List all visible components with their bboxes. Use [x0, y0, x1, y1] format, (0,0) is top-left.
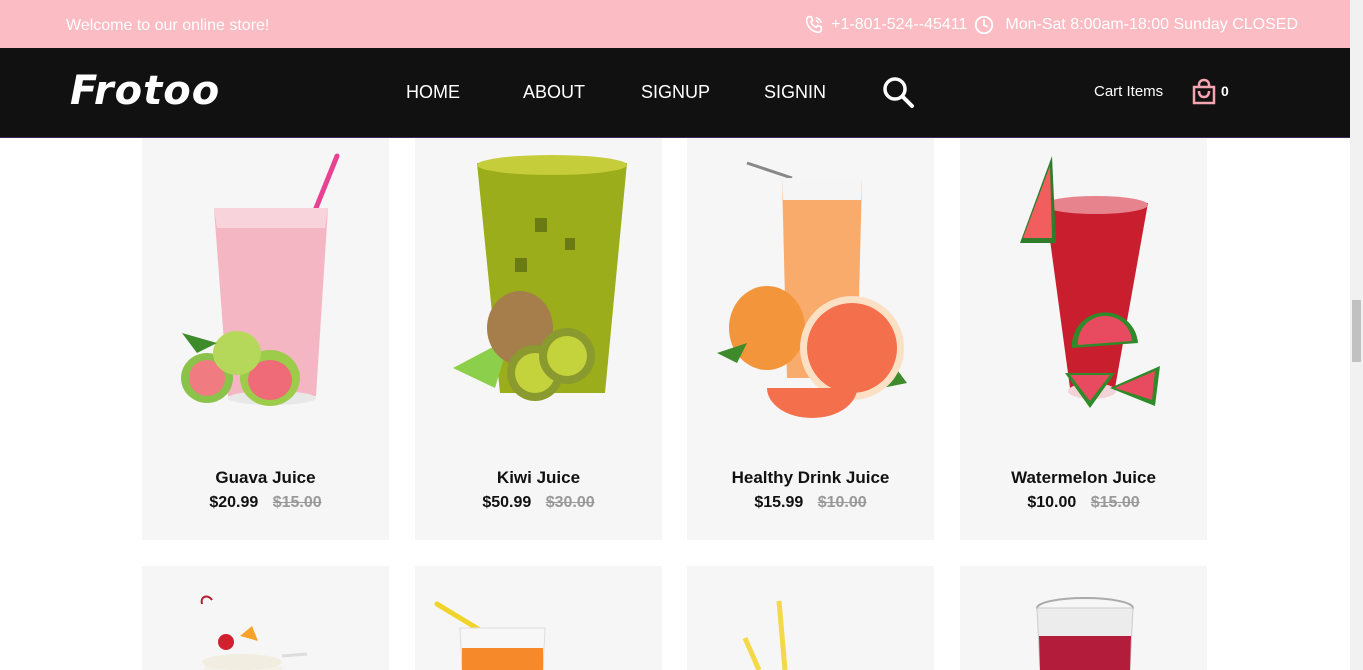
nav-signup-link[interactable]: SIGNUP	[641, 82, 710, 103]
grape-juice-image	[1036, 597, 1134, 670]
kiwi-juice-image	[453, 155, 627, 401]
clock-icon	[973, 14, 995, 36]
product-card[interactable]: Healthy Drink Juice $15.99 $10.00	[687, 138, 934, 540]
product-old-price: $15.00	[1090, 494, 1140, 511]
top-info-bar: Welcome to our online store! +1-801-524-…	[0, 0, 1350, 48]
scrollbar-thumb[interactable]	[1352, 300, 1361, 362]
product-name[interactable]: Kiwi Juice	[415, 468, 662, 488]
product-card[interactable]	[415, 566, 662, 670]
product-prices: $50.99 $30.00	[415, 494, 662, 512]
cart-label[interactable]: Cart Items	[1094, 83, 1163, 100]
guava-juice-image	[181, 153, 340, 406]
lemon-juice-image	[742, 600, 788, 670]
main-navbar: Frotoo HOME ABOUT SIGNUP SIGNIN Cart Ite…	[0, 48, 1350, 138]
product-card[interactable]: Guava Juice $20.99 $15.00	[142, 138, 389, 540]
orange-juice-image	[434, 601, 546, 670]
product-name[interactable]: Healthy Drink Juice	[687, 468, 934, 488]
welcome-text: Welcome to our online store!	[66, 17, 270, 34]
product-price: $20.99	[209, 494, 259, 511]
product-prices: $15.99 $10.00	[687, 494, 934, 512]
product-old-price: $30.00	[545, 494, 595, 511]
dessert-juice-image	[200, 595, 308, 670]
product-old-price: $10.00	[817, 494, 867, 511]
phone-icon	[803, 14, 825, 36]
product-old-price: $15.00	[272, 494, 322, 511]
phone-number: +1-801-524--45411	[831, 16, 968, 33]
product-card[interactable]: Watermelon Juice $10.00 $15.00	[960, 138, 1207, 540]
product-name[interactable]: Guava Juice	[142, 468, 389, 488]
watermelon-juice-image	[1020, 156, 1160, 408]
search-icon[interactable]	[882, 76, 916, 115]
product-card[interactable]: Kiwi Juice $50.99 $30.00	[415, 138, 662, 540]
product-card[interactable]	[142, 566, 389, 670]
contact-info: +1-801-524--45411 Mon-Sat 8:00am-18:00 S…	[803, 14, 1298, 36]
product-price: $15.99	[754, 494, 804, 511]
product-card[interactable]	[960, 566, 1207, 670]
business-hours: Mon-Sat 8:00am-18:00 Sunday CLOSED	[1005, 16, 1298, 33]
healthy-drink-juice-image	[717, 161, 907, 418]
product-price: $50.99	[482, 494, 532, 511]
nav-home-link[interactable]: HOME	[406, 82, 460, 103]
product-price: $10.00	[1027, 494, 1077, 511]
cart-count-badge: 0	[1221, 83, 1229, 99]
product-prices: $20.99 $15.00	[142, 494, 389, 512]
product-name[interactable]: Watermelon Juice	[960, 468, 1207, 488]
nav-signin-link[interactable]: SIGNIN	[764, 82, 826, 103]
product-card[interactable]	[687, 566, 934, 670]
shopping-bag-icon[interactable]	[1190, 78, 1218, 111]
product-prices: $10.00 $15.00	[960, 494, 1207, 512]
brand-logo[interactable]: Frotoo	[70, 68, 220, 114]
nav-about-link[interactable]: ABOUT	[523, 82, 585, 103]
vertical-scrollbar[interactable]	[1350, 0, 1363, 670]
